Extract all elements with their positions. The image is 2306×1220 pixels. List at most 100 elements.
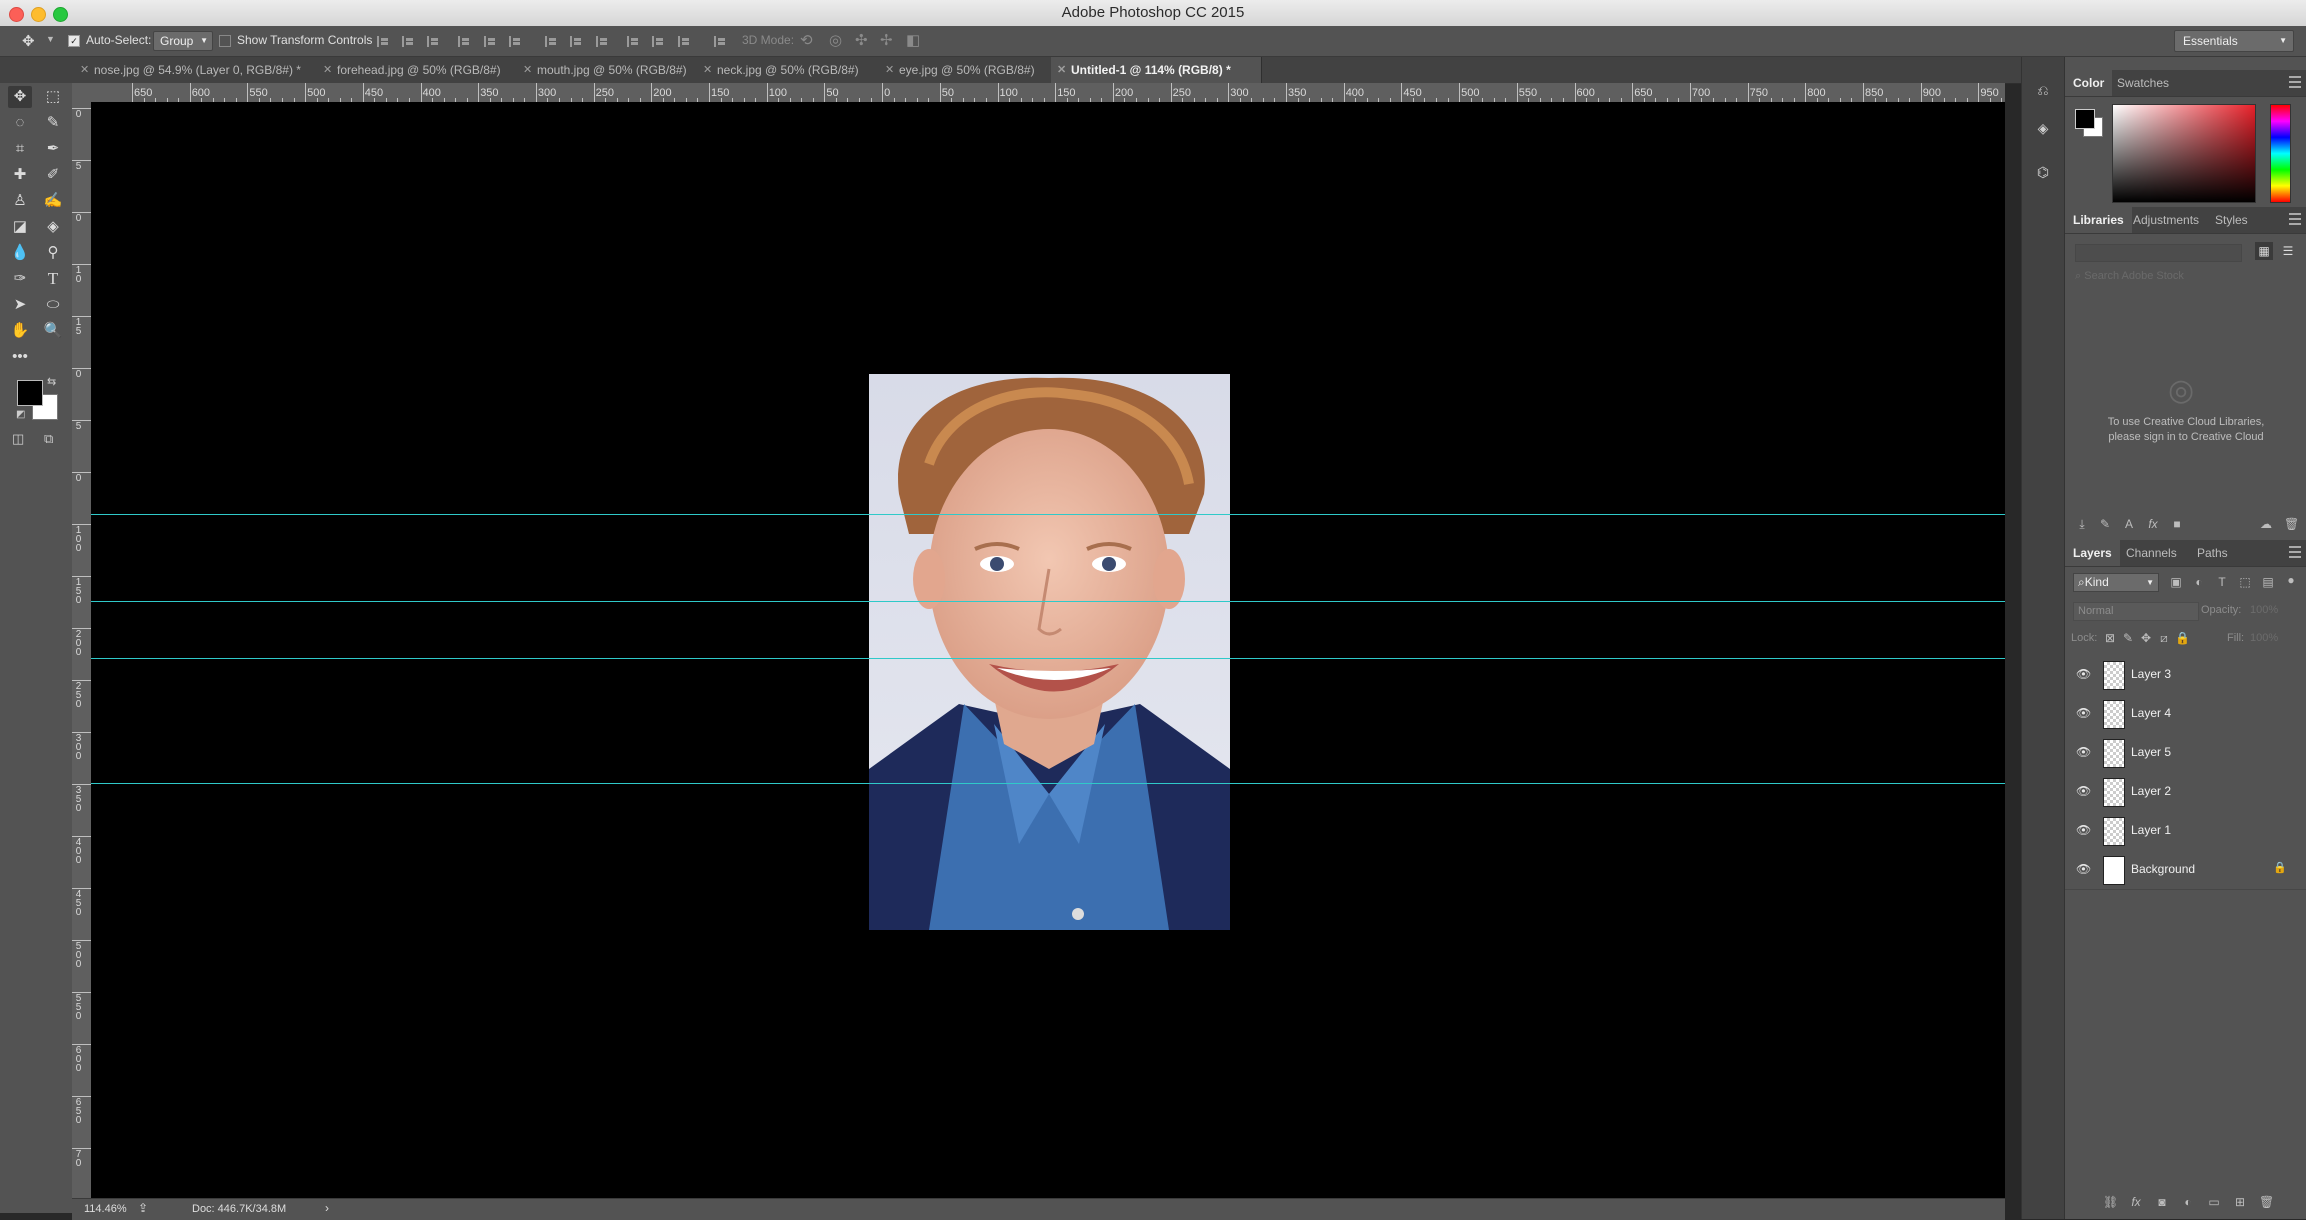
close-icon[interactable]: ✕ [80, 57, 89, 83]
tab-untitled-1[interactable]: ✕ Untitled-1 @ 114% (RGB/8) * [1051, 57, 1262, 83]
tab-mouth[interactable]: ✕ mouth.jpg @ 50% (RGB/8#) [517, 57, 716, 83]
horizontal-guide[interactable] [91, 783, 2005, 784]
color-spectrum-field[interactable] [2112, 104, 2256, 203]
chevron-right-icon[interactable]: › [325, 1201, 329, 1215]
document-canvas[interactable] [91, 102, 2005, 1200]
filter-smart-object-icon[interactable]: ▤ [2261, 575, 2275, 589]
eye-icon[interactable]: 👁 [2076, 745, 2091, 760]
add-character-style-icon[interactable]: A [2122, 517, 2136, 531]
close-icon[interactable]: ✕ [1057, 57, 1066, 83]
layer-row-background[interactable]: 👁 Background 🔒 [2065, 850, 2306, 890]
zoom-level[interactable]: 114.46% [84, 1203, 127, 1215]
layer-row-layer-4[interactable]: 👁 Layer 4 [2065, 694, 2306, 734]
blur-icon[interactable]: 💧 [8, 242, 32, 264]
history-panel-icon[interactable]: ⎌ [2032, 79, 2054, 101]
link-layers-icon[interactable]: ⛓ [2103, 1195, 2118, 1209]
healing-brush-icon[interactable]: ✚ [8, 164, 32, 186]
library-dropdown[interactable] [2075, 244, 2242, 262]
brush-icon[interactable]: ✐ [41, 164, 65, 186]
3d-slide-icon[interactable]: ✢ [880, 31, 893, 49]
crop-icon[interactable]: ⌗ [8, 138, 32, 160]
3d-orbit-icon[interactable]: ⟲ [800, 31, 813, 49]
default-colors-icon[interactable]: ◩ [16, 409, 25, 420]
ellipse-shape-icon[interactable]: ⬭ [41, 294, 65, 316]
eyedropper-icon[interactable]: ✒ [41, 138, 65, 160]
horizontal-guide[interactable] [91, 514, 2005, 515]
horizontal-guide[interactable] [91, 658, 2005, 659]
distribute-left-icon[interactable] [627, 36, 641, 47]
filter-type-icon[interactable]: T [2215, 575, 2229, 589]
pen-icon[interactable]: ✑ [8, 268, 32, 290]
hue-slider[interactable] [2270, 104, 2291, 203]
lock-image-icon[interactable]: ✎ [2121, 631, 2135, 645]
close-icon[interactable]: ✕ [523, 57, 532, 83]
foreground-color-swatch[interactable] [17, 380, 43, 406]
add-fill-color-icon[interactable]: ■ [2170, 517, 2184, 531]
auto-select-checkbox[interactable]: ✓ Auto-Select: [68, 33, 151, 47]
close-icon[interactable]: ✕ [885, 57, 894, 83]
add-mask-icon[interactable]: ◙ [2155, 1195, 2169, 1209]
filter-toggle-icon[interactable]: ● [2284, 573, 2298, 587]
distribute-vcenter-icon[interactable] [570, 36, 584, 47]
paint-bucket-icon[interactable]: ◈ [41, 216, 65, 238]
screen-mode-icon[interactable]: ⧉ [44, 431, 53, 447]
3d-drag-icon[interactable]: ✣ [855, 31, 868, 49]
quick-selection-icon[interactable]: ✎ [41, 112, 65, 134]
close-icon[interactable]: ✕ [323, 57, 332, 83]
blend-mode-dropdown[interactable]: Normal [2073, 602, 2199, 621]
tab-swatches[interactable]: Swatches [2109, 70, 2177, 96]
distribute-bottom-icon[interactable] [596, 36, 610, 47]
new-adjustment-layer-icon[interactable]: ◐ [2181, 1195, 2195, 1209]
distribute-top-icon[interactable] [545, 36, 559, 47]
lasso-icon[interactable]: ◌ [8, 112, 32, 134]
hand-icon[interactable]: ✋ [8, 320, 32, 342]
properties-panel-icon[interactable]: ◈ [2032, 117, 2054, 139]
layer-row-layer-5[interactable]: 👁 Layer 5 [2065, 733, 2306, 773]
panel-menu-icon[interactable] [2289, 213, 2301, 225]
clone-stamp-icon[interactable]: ♙ [8, 190, 32, 212]
more-tools-icon[interactable]: ••• [8, 346, 32, 368]
distribute-hcenter-icon[interactable] [652, 36, 666, 47]
fill-field[interactable]: 100% [2250, 632, 2278, 644]
lock-position-icon[interactable]: ✥ [2139, 631, 2153, 645]
share-icon[interactable]: ⇪ [138, 1201, 148, 1215]
new-group-icon[interactable]: ▭ [2207, 1195, 2221, 1209]
filter-adjustment-icon[interactable]: ◐ [2192, 575, 2206, 589]
layer-row-layer-3[interactable]: 👁 Layer 3 [2065, 655, 2306, 695]
tab-styles[interactable]: Styles [2207, 207, 2256, 233]
auto-select-dropdown[interactable]: Group ▼ [153, 31, 213, 51]
align-right-icon[interactable] [509, 36, 523, 47]
lock-transparent-icon[interactable]: ⊠ [2103, 631, 2117, 645]
sync-icon[interactable]: ☁ [2259, 517, 2273, 531]
tab-layers[interactable]: Layers [2065, 540, 2120, 566]
history-brush-icon[interactable]: ✍ [41, 190, 65, 212]
eye-icon[interactable]: 👁 [2076, 706, 2091, 721]
move-tool-icon[interactable]: ✥ [22, 32, 35, 50]
lock-all-icon[interactable]: 🔒 [2175, 631, 2190, 645]
filter-shape-icon[interactable]: ⬚ [2238, 575, 2252, 589]
align-top-icon[interactable] [377, 36, 391, 47]
delete-icon[interactable]: 🗑 [2284, 517, 2299, 531]
tab-color[interactable]: Color [2065, 70, 2113, 96]
panel-menu-icon[interactable] [2289, 76, 2301, 88]
path-selection-icon[interactable]: ➤ [8, 294, 32, 316]
rectangular-marquee-icon[interactable]: ⬚ [41, 86, 65, 108]
brush-presets-icon[interactable]: ⌬ [2032, 161, 2054, 183]
layer-row-layer-1[interactable]: 👁 Layer 1 [2065, 811, 2306, 851]
distribute-right-icon[interactable] [678, 36, 692, 47]
align-vertical-center-icon[interactable] [402, 36, 416, 47]
add-content-icon[interactable]: ⤓ [2075, 517, 2089, 531]
align-horizontal-center-icon[interactable] [484, 36, 498, 47]
grid-view-icon[interactable]: ▦ [2255, 242, 2273, 260]
zoom-icon[interactable]: 🔍 [41, 320, 65, 342]
tab-forehead[interactable]: ✕ forehead.jpg @ 50% (RGB/8#) [317, 57, 536, 83]
tab-eye[interactable]: ✕ eye.jpg @ 50% (RGB/8#) [879, 57, 1070, 83]
new-layer-icon[interactable]: ⊞ [2233, 1195, 2247, 1209]
delete-layer-icon[interactable]: 🗑 [2259, 1195, 2274, 1209]
eye-icon[interactable]: 👁 [2076, 823, 2091, 838]
align-left-icon[interactable] [458, 36, 472, 47]
swap-colors-icon[interactable]: ⇆ [47, 375, 56, 388]
tool-preset-chevron-icon[interactable]: ▼ [46, 34, 55, 44]
workspace-switcher[interactable]: Essentials ▼ [2174, 30, 2294, 52]
add-layer-style-icon[interactable]: fx [2129, 1195, 2143, 1209]
